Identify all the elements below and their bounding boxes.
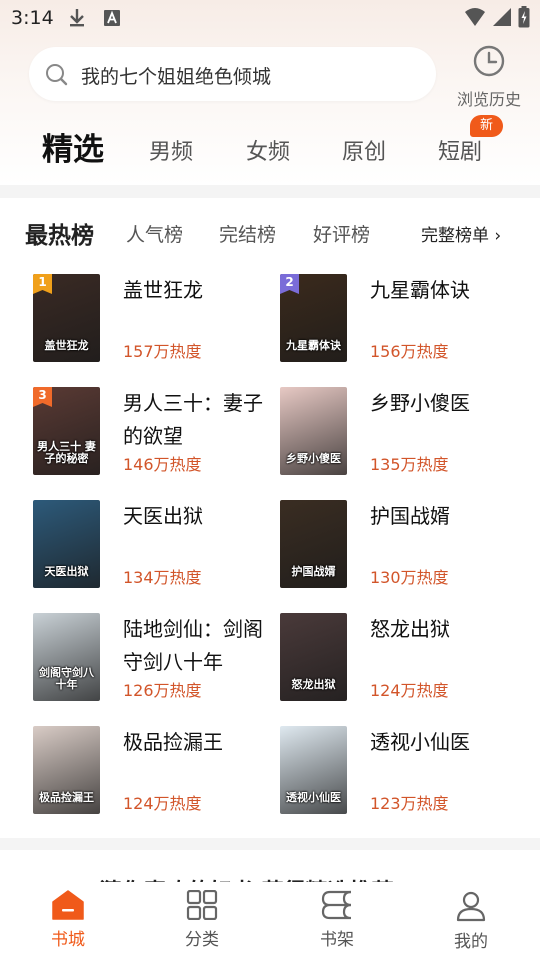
bottom-nav: 书城 分类 书架 我的 — [0, 882, 540, 960]
book-item[interactable]: 剑阁守剑八十年 陆地剑仙：剑阁守剑八十年 126万热度 — [33, 613, 283, 703]
chevron-right-icon: › — [494, 226, 502, 246]
nav-bookstore[interactable]: 书城 — [28, 890, 108, 950]
new-badge: 新 — [470, 115, 503, 137]
cover-title: 九星霸体诀 — [286, 339, 341, 352]
cover-title: 盖世狂龙 — [44, 339, 89, 352]
tab-popularity[interactable]: 人气榜 — [126, 220, 183, 247]
book-heat: 156万热度 — [370, 342, 449, 361]
browse-history-button[interactable]: 浏览历史 — [452, 44, 526, 109]
ranking-title: 最热榜 — [25, 223, 94, 249]
book-cover[interactable]: 天医出狱 — [33, 500, 100, 588]
history-label: 浏览历史 — [456, 90, 521, 109]
tab-female[interactable]: 女频 — [246, 134, 290, 166]
book-item[interactable]: 极品捡漏王 极品捡漏王 124万热度 — [33, 726, 283, 816]
bookshelf-icon — [297, 890, 377, 920]
cover-title: 天医出狱 — [44, 565, 89, 578]
book-title: 护国战婿 — [370, 504, 450, 528]
clock-icon — [452, 44, 526, 82]
book-item[interactable]: 透视小仙医 透视小仙医 123万热度 — [280, 726, 530, 816]
book-cover[interactable]: 怒龙出狱 — [280, 613, 347, 701]
wifi-icon — [464, 7, 486, 31]
book-title: 极品捡漏王 — [123, 730, 223, 754]
book-cover[interactable]: 极品捡漏王 — [33, 726, 100, 814]
book-cover[interactable]: 男人三十 妻子的秘密 3 — [33, 387, 100, 475]
cover-title: 极品捡漏王 — [39, 791, 94, 804]
book-heat: 124万热度 — [123, 794, 202, 813]
book-title: 男人三十：妻子的欲望 — [123, 391, 263, 448]
search-query: 我的七个姐姐绝色倾城 — [81, 66, 272, 88]
book-item[interactable]: 九星霸体诀 2 九星霸体诀 156万热度 — [280, 274, 530, 364]
nav-category[interactable]: 分类 — [162, 890, 242, 950]
search-icon — [45, 63, 69, 91]
nav-label: 我的 — [454, 932, 488, 952]
download-icon — [68, 8, 86, 32]
book-item[interactable]: 盖世狂龙 1 盖世狂龙 157万热度 — [33, 274, 283, 364]
book-title: 怒龙出狱 — [370, 617, 450, 641]
book-heat: 146万热度 — [123, 455, 202, 474]
book-item[interactable]: 怒龙出狱 怒龙出狱 124万热度 — [280, 613, 530, 703]
tab-completed[interactable]: 完结榜 — [219, 220, 276, 247]
book-cover[interactable]: 剑阁守剑八十年 — [33, 613, 100, 701]
book-item[interactable]: 护国战婿 护国战婿 130万热度 — [280, 500, 530, 590]
tab-top-rated[interactable]: 好评榜 — [313, 220, 370, 247]
status-time: 3:14 — [11, 7, 54, 29]
book-title: 乡野小傻医 — [370, 391, 470, 415]
battery-icon — [518, 6, 530, 32]
book-heat: 123万热度 — [370, 794, 449, 813]
book-title: 陆地剑仙：剑阁守剑八十年 — [123, 617, 263, 674]
nav-label: 分类 — [185, 930, 219, 950]
book-cover[interactable]: 盖世狂龙 1 — [33, 274, 100, 362]
full-list-label: 完整榜单 — [421, 226, 489, 246]
book-heat: 124万热度 — [370, 681, 449, 700]
book-heat: 126万热度 — [123, 681, 202, 700]
full-list-link[interactable]: 完整榜单 › — [421, 221, 501, 246]
book-item[interactable]: 天医出狱 天医出狱 134万热度 — [33, 500, 283, 590]
nav-label: 书架 — [320, 930, 354, 950]
tab-featured[interactable]: 精选 — [42, 124, 104, 169]
cover-title: 男人三十 妻子的秘密 — [37, 440, 96, 465]
cover-title: 剑阁守剑八十年 — [39, 666, 94, 691]
book-title: 盖世狂龙 — [123, 278, 203, 302]
nav-profile[interactable]: 我的 — [431, 890, 511, 952]
tab-short-drama[interactable]: 短剧 — [438, 134, 482, 166]
tab-original[interactable]: 原创 — [342, 134, 386, 166]
book-title: 九星霸体诀 — [370, 278, 470, 302]
font-icon — [104, 10, 120, 30]
book-cover[interactable]: 护国战婿 — [280, 500, 347, 588]
book-heat: 130万热度 — [370, 568, 449, 587]
tab-male[interactable]: 男频 — [149, 134, 193, 166]
category-icon — [162, 890, 242, 920]
book-item[interactable]: 男人三十 妻子的秘密 3 男人三十：妻子的欲望 146万热度 — [33, 387, 283, 477]
book-title: 透视小仙医 — [370, 730, 470, 754]
book-cover[interactable]: 透视小仙医 — [280, 726, 347, 814]
cover-title: 乡野小傻医 — [286, 452, 341, 465]
book-cover[interactable]: 九星霸体诀 2 — [280, 274, 347, 362]
signal-icon — [492, 7, 512, 31]
status-bar: 3:14 — [0, 0, 540, 36]
nav-bookshelf[interactable]: 书架 — [297, 890, 377, 950]
search-bar[interactable]: 我的七个姐姐绝色倾城 — [29, 47, 436, 101]
book-heat: 157万热度 — [123, 342, 202, 361]
cover-title: 护国战婿 — [291, 565, 336, 578]
book-heat: 135万热度 — [370, 455, 449, 474]
profile-icon — [431, 890, 511, 922]
book-title: 天医出狱 — [123, 504, 203, 528]
hot-ranking-section: 最热榜 人气榜 完结榜 好评榜 完整榜单 › 盖世狂龙 1 盖世狂龙 157万热度 九星… — [0, 198, 540, 838]
book-heat: 134万热度 — [123, 568, 202, 587]
cover-title: 透视小仙医 — [286, 791, 341, 804]
nav-label: 书城 — [51, 930, 85, 950]
cover-title: 怒龙出狱 — [291, 678, 336, 691]
bookstore-icon — [28, 890, 108, 920]
book-item[interactable]: 乡野小傻医 乡野小傻医 135万热度 — [280, 387, 530, 477]
book-cover[interactable]: 乡野小傻医 — [280, 387, 347, 475]
